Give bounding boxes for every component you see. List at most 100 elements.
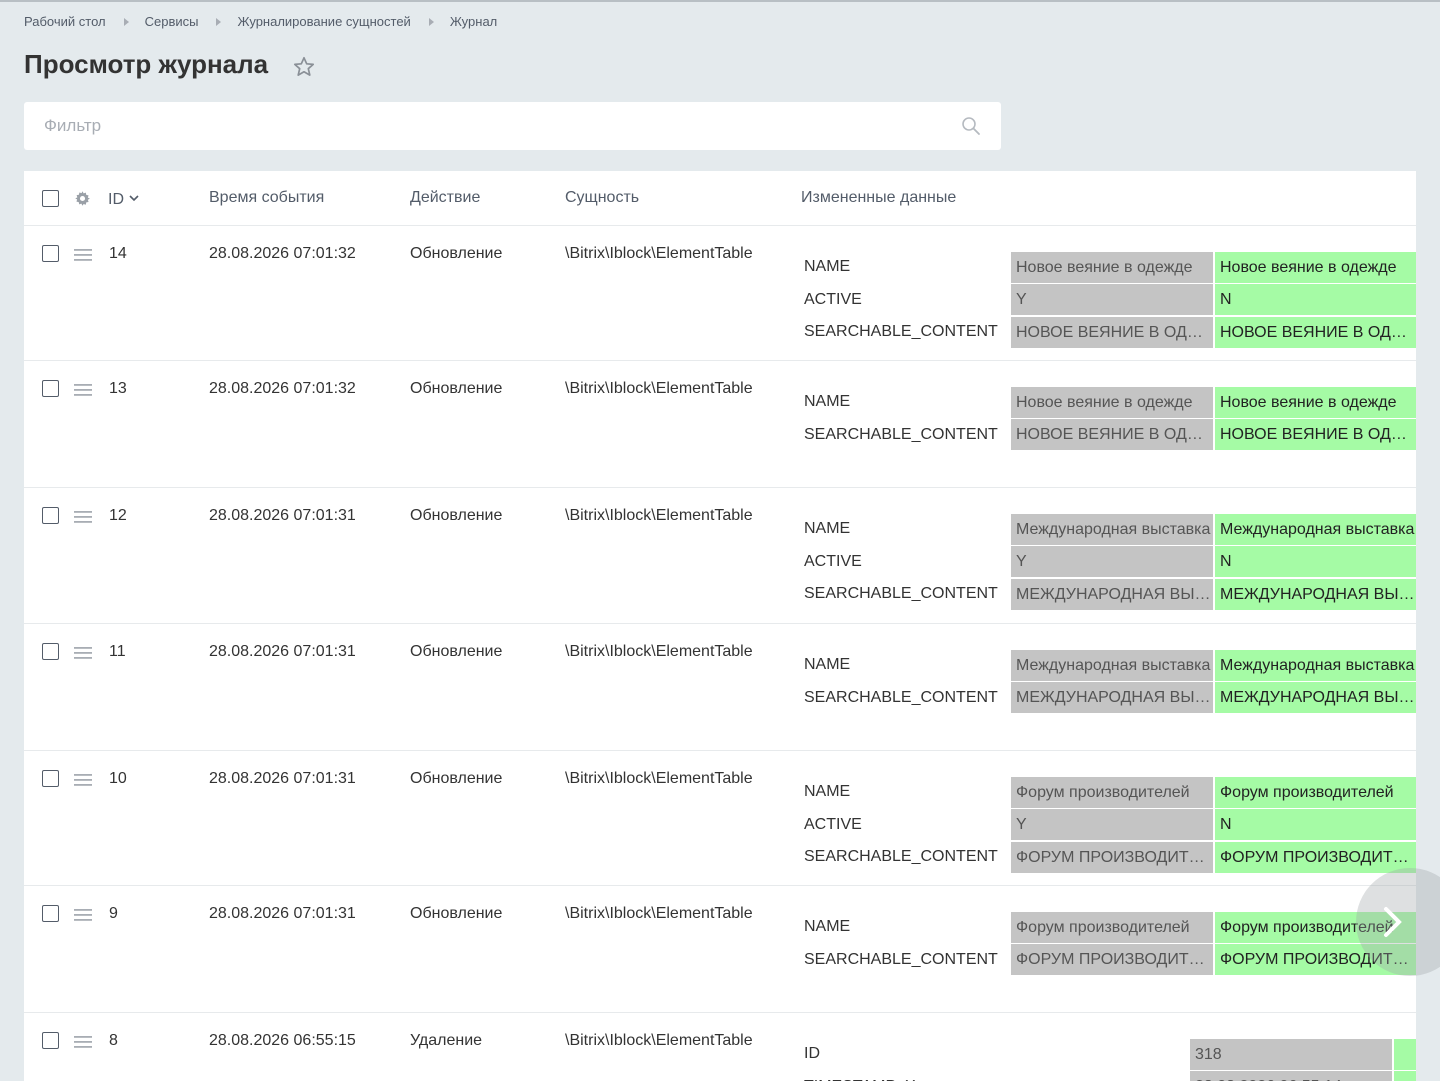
changed-field: NAME Новое веяние в одежде Новое веяние в … [800,251,1416,284]
old-value: 28.08.2026 06:55:14 [1190,1071,1392,1081]
row-menu-icon[interactable] [74,1035,92,1053]
star-icon[interactable] [292,55,316,79]
old-value: НОВОЕ ВЕЯНИЕ В ОДЕЖДЕ [1011,316,1213,348]
row-menu-icon[interactable] [74,248,92,266]
row-menu-icon[interactable] [74,510,92,528]
table-row[interactable]: 13 28.08.2026 07:01:32 Обновление \Bitrix\I… [24,361,1416,488]
grid-header: ID Время события Действие Сущность Измен… [24,171,1416,226]
row-entity: \Bitrix\Iblock\ElementTable [565,905,753,922]
column-header-id[interactable]: ID [108,189,139,209]
old-value: Форум производителей [1011,911,1213,943]
changed-field: SEARCHABLE_CONTENT НОВОЕ ВЕЯНИЕ В ОДЕЖДЕ Н… [800,419,1416,452]
changed-field: NAME Международная выставка Международная … [800,513,1416,546]
row-entity: \Bitrix\Iblock\ElementTable [565,770,753,787]
row-checkbox[interactable] [42,770,59,787]
changed-field: ACTIVE Y N [800,284,1416,317]
old-value: НОВОЕ ВЕЯНИЕ В ОДЕЖДЕ [1011,419,1213,451]
new-value: МЕЖДУНАРОДНАЯ ВЫСТАВКА [1215,578,1416,610]
table-row[interactable]: 10 28.08.2026 07:01:31 Обновление \Bitrix\I… [24,751,1416,886]
row-id: 10 [109,770,127,787]
table-row[interactable]: 8 28.08.2026 06:55:15 Удаление \Bitrix\Iblo… [24,1013,1416,1081]
row-checkbox[interactable] [42,643,59,660]
breadcrumb-separator-icon [123,17,129,26]
column-header-entity[interactable]: Сущность [565,189,639,207]
row-event-time: 28.08.2026 07:01:31 [209,770,356,787]
row-id: 12 [109,507,127,524]
row-menu-icon[interactable] [74,383,92,401]
row-event-time: 28.08.2026 07:01:31 [209,905,356,922]
old-value: 318 [1190,1038,1392,1070]
journal-grid: ID Время события Действие Сущность Измен… [24,171,1416,1081]
new-value: Новое веяние в одежде [1215,251,1416,283]
breadcrumb-separator-icon [216,17,222,26]
breadcrumb-entity-logging[interactable]: Журналирование сущностей [237,14,410,29]
filter-input[interactable] [24,102,924,150]
old-value: Международная выставка [1011,513,1213,545]
breadcrumb-journal[interactable]: Журнал [450,14,497,29]
row-changed-data: NAME Международная выставка Международная … [800,513,1416,611]
changed-field-name: NAME [804,258,851,276]
old-value: Форум производителей [1011,776,1213,808]
row-menu-icon[interactable] [74,908,92,926]
changed-field: NAME Форум производителей Форум производит… [800,776,1416,809]
changed-field-name: SEARCHABLE_CONTENT [804,425,998,443]
search-icon[interactable] [961,116,981,141]
changed-field: SEARCHABLE_CONTENT МЕЖДУНАРОДНАЯ ВЫСТАВКА… [800,682,1416,715]
row-checkbox[interactable] [42,905,59,922]
old-value: Новое веяние в одежде [1011,386,1213,418]
gear-icon[interactable] [74,190,91,212]
row-checkbox[interactable] [42,380,59,397]
page-title: Просмотр журнала [24,49,269,79]
table-row[interactable]: 12 28.08.2026 07:01:31 Обновление \Bitrix\I… [24,488,1416,624]
changed-field: NAME Форум производителей Форум производит… [800,911,1416,944]
changed-field-name: NAME [804,656,851,674]
changed-field-name: NAME [804,520,851,538]
row-changed-data: NAME Международная выставка Международная … [800,649,1416,714]
new-value [1394,1038,1416,1070]
changed-field-name: SEARCHABLE_CONTENT [804,950,998,968]
table-row[interactable]: 14 28.08.2026 07:01:32 Обновление \Bitrix\I… [24,226,1416,361]
select-all-checkbox[interactable] [42,190,59,207]
changed-field-name: NAME [804,783,851,801]
row-action: Обновление [410,507,503,524]
row-id: 9 [109,905,118,922]
row-event-time: 28.08.2026 07:01:31 [209,507,356,524]
row-menu-icon[interactable] [74,773,92,791]
chevron-right-icon [1384,907,1402,937]
row-changed-data: ID 318TIMESTAMP_X28.08.2026 06:55:14 [800,1038,1416,1081]
row-checkbox[interactable] [42,1032,59,1049]
breadcrumb-desktop[interactable]: Рабочий стол [24,14,106,29]
row-entity: \Bitrix\Iblock\ElementTable [565,643,753,660]
table-row[interactable]: 9 28.08.2026 07:01:31 Обновление \Bitrix\Ib… [24,886,1416,1013]
old-value: Y [1011,809,1213,841]
old-value: Y [1011,284,1213,316]
row-entity: \Bitrix\Iblock\ElementTable [565,245,753,262]
row-changed-data: NAME Форум производителей Форум производит… [800,911,1416,976]
breadcrumb-services[interactable]: Сервисы [145,14,199,29]
changed-field: SEARCHABLE_CONTENT НОВОЕ ВЕЯНИЕ В ОДЕЖДЕ Н… [800,316,1416,349]
table-row[interactable]: 11 28.08.2026 07:01:31 Обновление \Bitrix\I… [24,624,1416,751]
row-entity: \Bitrix\Iblock\ElementTable [565,380,753,397]
old-value: ФОРУМ ПРОИЗВОДИТЕЛЕЙ [1011,841,1213,873]
changed-field: TIMESTAMP_X28.08.2026 06:55:14 [800,1071,1416,1081]
old-value: Международная выставка [1011,649,1213,681]
column-header-action[interactable]: Действие [410,189,480,207]
new-value: Международная выставка [1215,513,1416,545]
breadcrumb: Рабочий стол Сервисы Журналирование сущн… [24,14,497,29]
old-value: Новое веяние в одежде [1011,251,1213,283]
new-value [1394,1071,1416,1081]
row-checkbox[interactable] [42,245,59,262]
row-menu-icon[interactable] [74,646,92,664]
changed-field-name: NAME [804,393,851,411]
changed-field: NAME Международная выставка Международная … [800,649,1416,682]
new-value: НОВОЕ ВЕЯНИЕ В ОДЕЖДЕ [1215,316,1416,348]
changed-field: SEARCHABLE_CONTENT МЕЖДУНАРОДНАЯ ВЫСТАВКА… [800,578,1416,611]
new-value: N [1215,809,1416,841]
column-header-time[interactable]: Время события [209,189,324,207]
row-id: 13 [109,380,127,397]
column-header-changed-data[interactable]: Измененные данные [801,189,956,207]
old-value: МЕЖДУНАРОДНАЯ ВЫСТАВКА [1011,682,1213,714]
row-entity: \Bitrix\Iblock\ElementTable [565,507,753,524]
row-checkbox[interactable] [42,507,59,524]
row-event-time: 28.08.2026 07:01:32 [209,245,356,262]
